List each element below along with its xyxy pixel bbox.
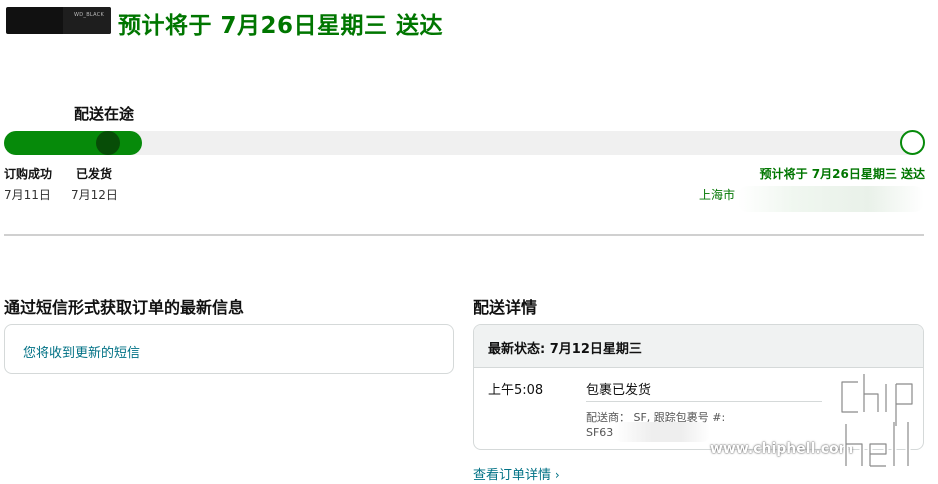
event-tracking-number: SF63: [586, 426, 614, 439]
section-divider: [4, 234, 924, 236]
view-order-details-link[interactable]: 查看订单详情 ›: [473, 464, 560, 483]
latest-status-header: 最新状态: 7月12日星期三: [474, 325, 923, 368]
chevron-right-icon: ›: [551, 468, 560, 482]
watermark-url: www.chiphell.com: [710, 441, 854, 457]
shipment-status-title: 配送在途: [74, 105, 135, 123]
progress-track: [4, 131, 924, 155]
event-title: 包裹已发货: [586, 383, 652, 398]
address-redaction-blur: [738, 186, 924, 212]
delivery-eta-headline: 预计将于 7月26日星期三 送达: [118, 13, 444, 39]
progress-fill: [4, 131, 142, 155]
progress-eta-label: 预计将于 7月26日星期三 送达: [759, 167, 925, 181]
sms-section-heading: 通过短信形式获取订单的最新信息: [4, 298, 245, 317]
latest-status-text: 最新状态: 7月12日星期三: [488, 342, 642, 357]
product-thumbnail: WD_BLACK: [6, 7, 111, 34]
milestone-shipped-date: 7月12日: [71, 188, 118, 202]
sms-signup-box[interactable]: 您将收到更新的短信: [4, 324, 454, 374]
chiphell-watermark-logo: [839, 374, 915, 469]
event-time: 上午5:08: [488, 383, 544, 398]
milestone-ordered-date: 7月11日: [4, 188, 51, 202]
product-brand-text: WD_BLACK: [74, 12, 105, 18]
progress-destination-circle-icon: [900, 130, 925, 155]
milestone-ordered-label: 订购成功: [4, 167, 53, 181]
tracking-redaction-blur: [614, 422, 710, 442]
milestone-shipped-label: 已发货: [76, 167, 113, 181]
progress-current-dot: [96, 131, 120, 155]
delivery-details-heading: 配送详情: [473, 298, 538, 317]
sms-signup-link[interactable]: 您将收到更新的短信: [23, 342, 140, 361]
event-divider: [586, 401, 822, 402]
delivery-address: 上海市: [699, 188, 736, 202]
view-order-details-label: 查看订单详情: [473, 468, 552, 483]
